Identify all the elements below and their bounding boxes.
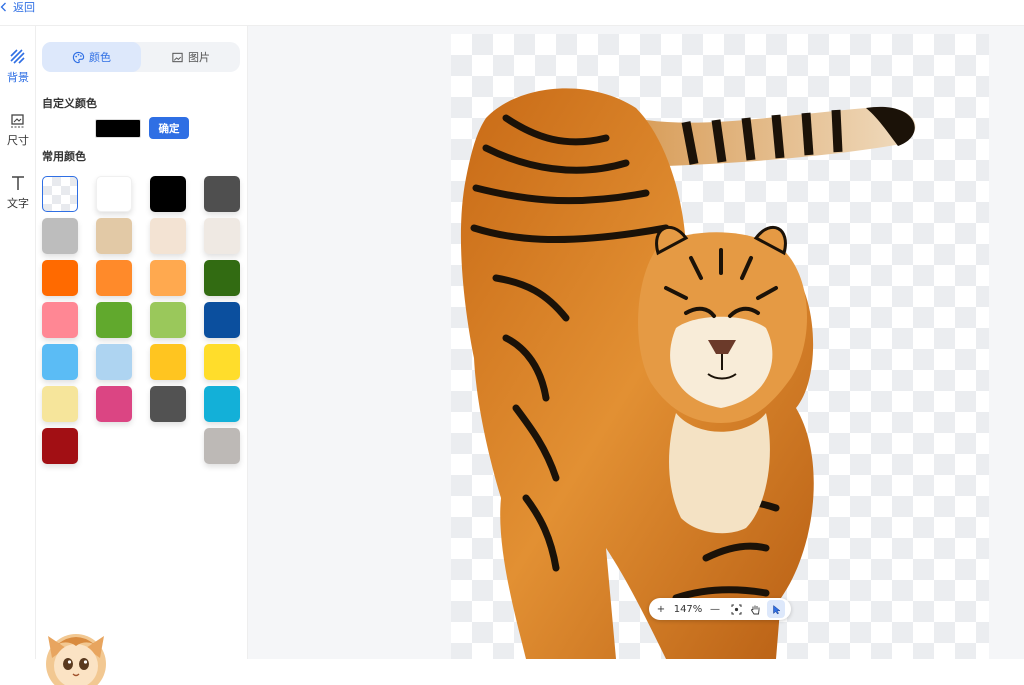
color-swatch[interactable] [150, 344, 186, 380]
tab-image[interactable]: 图片 [141, 42, 240, 72]
image-icon [172, 52, 183, 62]
zoom-out-button[interactable]: — [703, 598, 727, 620]
color-swatch[interactable] [42, 344, 78, 380]
color-swatch[interactable] [150, 176, 186, 212]
color-swatch[interactable] [96, 302, 132, 338]
rail-item-size[interactable]: 尺寸 [0, 111, 36, 148]
color-swatch[interactable] [204, 428, 240, 464]
color-swatch[interactable] [42, 302, 78, 338]
color-swatch[interactable] [204, 260, 240, 296]
zoom-in-button[interactable]: + [649, 598, 673, 620]
chevron-left-icon [0, 2, 6, 12]
color-swatch[interactable] [42, 386, 78, 422]
editor-canvas[interactable]: + 147% — [248, 26, 1024, 659]
color-swatch[interactable] [204, 176, 240, 212]
left-rail: 背景 尺寸 文字 [0, 26, 36, 659]
rail-label-size: 尺寸 [7, 134, 29, 147]
hand-icon [750, 605, 759, 614]
custom-color-title: 自定义颜色 [42, 97, 97, 110]
tab-image-label: 图片 [188, 51, 210, 64]
color-swatch[interactable] [96, 386, 132, 422]
swatch-transparent[interactable] [42, 176, 78, 212]
back-label: 返回 [13, 1, 35, 14]
color-swatch[interactable] [204, 302, 240, 338]
color-swatch[interactable] [204, 218, 240, 254]
hand-tool-button[interactable] [745, 598, 765, 620]
color-swatch[interactable] [150, 302, 186, 338]
mascot-avatar [46, 634, 106, 685]
color-swatch[interactable] [150, 218, 186, 254]
common-colors-title: 常用颜色 [42, 150, 86, 163]
color-swatch[interactable] [42, 218, 78, 254]
background-panel: 颜色 图片 自定义颜色 确定 常用颜色 [36, 26, 248, 685]
color-swatch[interactable] [42, 260, 78, 296]
zoom-level: 147% [673, 603, 703, 615]
custom-color-swatch[interactable] [95, 119, 141, 138]
color-swatch[interactable] [96, 344, 132, 380]
confirm-button[interactable]: 确定 [149, 117, 189, 139]
resize-icon [11, 114, 25, 128]
rail-label-background: 背景 [7, 71, 29, 84]
color-swatch[interactable] [150, 260, 186, 296]
select-tool-button[interactable] [767, 600, 785, 618]
fit-screen-icon [731, 604, 741, 614]
tab-color-label: 颜色 [89, 51, 111, 64]
color-swatch[interactable] [204, 344, 240, 380]
color-swatch[interactable] [204, 386, 240, 422]
color-swatch[interactable] [42, 428, 78, 464]
palette-icon [72, 51, 85, 63]
background-pattern-icon [10, 49, 25, 64]
top-bar: 返回 [0, 0, 1024, 26]
fit-screen-button[interactable] [727, 598, 745, 620]
tiger-image[interactable] [446, 78, 926, 659]
back-button[interactable]: 返回 [0, 0, 35, 14]
rail-item-background[interactable]: 背景 [0, 48, 36, 85]
rail-label-text: 文字 [7, 197, 29, 210]
panel-tabs: 颜色 图片 [42, 42, 240, 72]
color-swatch[interactable] [96, 260, 132, 296]
cursor-arrow-icon [772, 604, 781, 614]
color-swatch[interactable] [96, 218, 132, 254]
text-t-icon [12, 176, 24, 190]
color-swatch[interactable] [96, 176, 132, 212]
tab-color[interactable]: 颜色 [42, 42, 141, 72]
rail-item-text[interactable]: 文字 [0, 174, 36, 211]
color-swatch[interactable] [150, 386, 186, 422]
zoom-toolbar: + 147% — [649, 598, 791, 620]
